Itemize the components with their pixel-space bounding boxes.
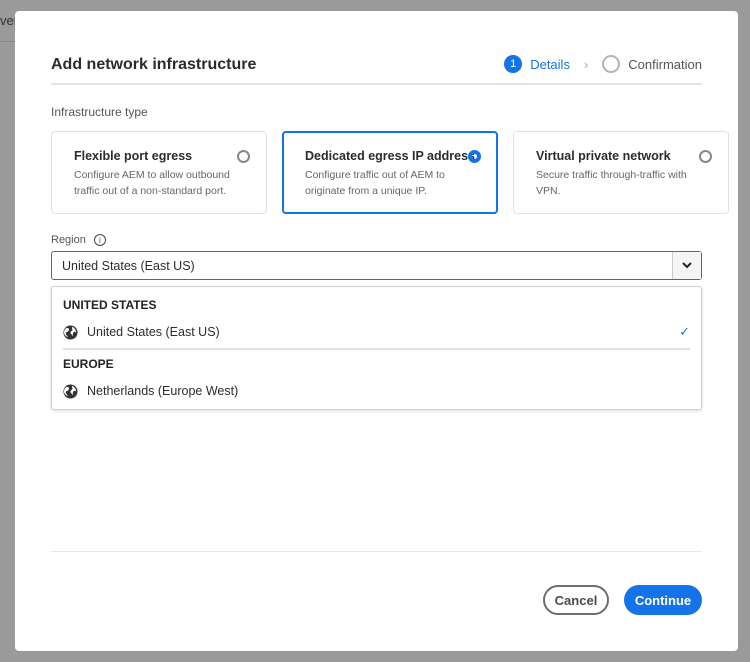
option-virtual-private-network[interactable]: Virtual private network Secure traffic t… [513, 131, 729, 214]
step-details: Details [530, 56, 570, 72]
region-combobox [51, 251, 702, 280]
menu-item-united-states-east[interactable]: United States (East US) ✓ [63, 322, 690, 342]
menu-item-label: Netherlands (Europe West) [87, 384, 239, 398]
continue-button[interactable]: Continue [624, 585, 702, 615]
menu-section-united-states: UNITED STATES [63, 298, 157, 312]
infrastructure-type-label: Infrastructure type [51, 105, 148, 119]
radio-button[interactable] [699, 150, 712, 163]
radio-button-selected[interactable] [468, 150, 481, 163]
menu-divider [63, 348, 690, 350]
region-menu: UNITED STATES United States (East US) ✓ … [51, 286, 702, 410]
step-2-indicator [602, 55, 621, 73]
header-divider [51, 83, 702, 85]
option-flexible-port-egress[interactable]: Flexible port egress Configure AEM to al… [51, 131, 267, 214]
infrastructure-type-options: Flexible port egress Configure AEM to al… [51, 131, 729, 214]
region-input[interactable] [52, 252, 672, 279]
menu-section-europe: EUROPE [63, 357, 114, 371]
globe-icon [63, 324, 78, 340]
option-description: Configure AEM to allow outbound traffic … [74, 169, 230, 197]
info-icon[interactable]: i [93, 234, 106, 246]
stepper: 1 Details › Confirmation [504, 55, 702, 73]
chevron-down-icon [682, 262, 692, 269]
option-dedicated-egress-ip[interactable]: Dedicated egress IP address Configure tr… [282, 131, 498, 214]
menu-item-label: United States (East US) [87, 325, 220, 339]
region-dropdown-button[interactable] [672, 252, 701, 279]
checkmark-icon: ✓ [679, 324, 690, 339]
region-label: Region [51, 234, 86, 246]
radio-button[interactable] [237, 150, 250, 163]
cancel-button[interactable]: Cancel [543, 585, 609, 615]
region-label-row: Region i [51, 234, 106, 246]
option-title: Dedicated egress IP address [305, 149, 475, 163]
add-network-dialog: Add network infrastructure 1 Details › C… [15, 11, 738, 651]
option-title: Virtual private network [536, 149, 671, 163]
footer-divider [51, 551, 702, 552]
menu-item-netherlands-europe-west[interactable]: Netherlands (Europe West) [63, 381, 690, 401]
option-description: Configure traffic out of AEM to originat… [305, 169, 445, 197]
chevron-right-icon: › [583, 56, 589, 72]
option-description: Secure traffic through-traffic with VPN. [536, 169, 687, 197]
background-divider [0, 41, 15, 42]
step-1-indicator: 1 [504, 55, 523, 73]
option-title: Flexible port egress [74, 149, 193, 163]
dialog-title: Add network infrastructure [51, 56, 257, 73]
globe-icon [63, 383, 78, 399]
step-confirmation: Confirmation [628, 56, 702, 72]
